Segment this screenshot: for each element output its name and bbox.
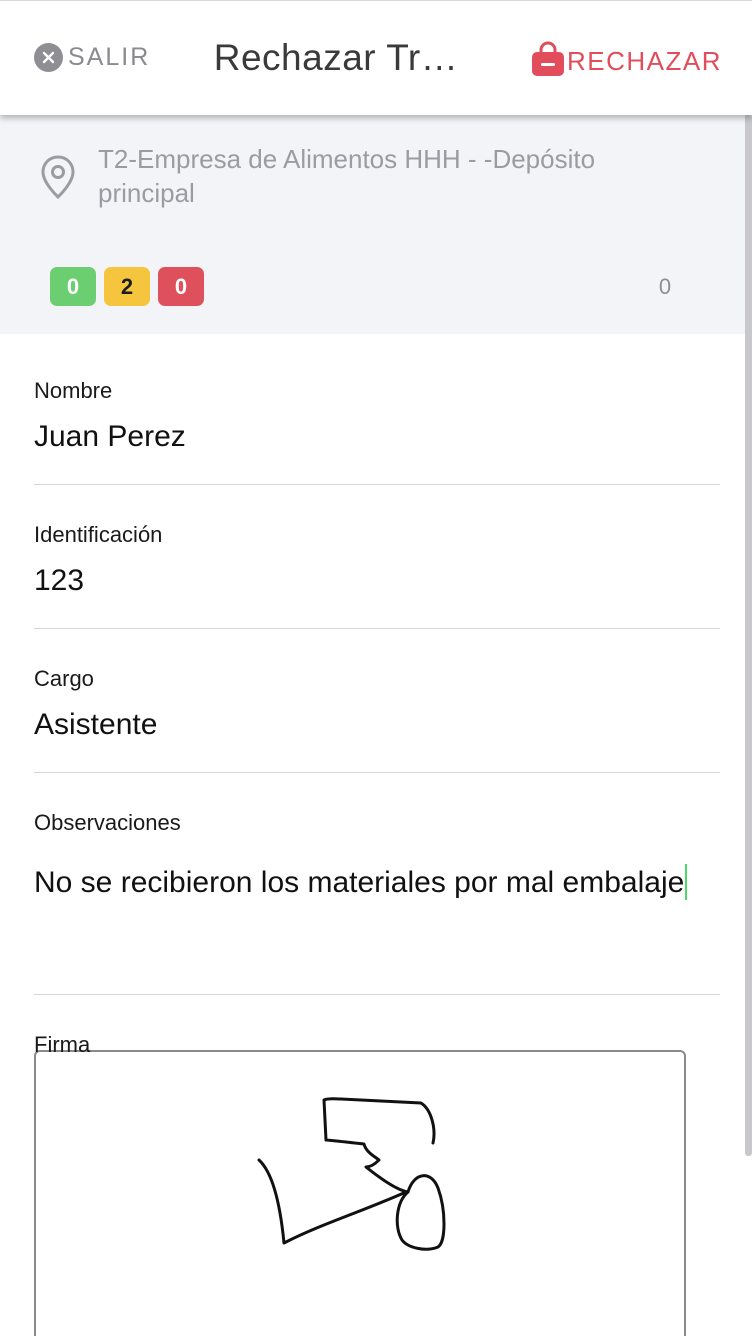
text-caret <box>685 864 688 900</box>
status-badges: 0 2 0 <box>50 267 204 306</box>
status-badge-yellow: 2 <box>104 267 150 306</box>
observations-field-label: Observaciones <box>34 810 181 835</box>
signature-drawing <box>257 1097 446 1251</box>
position-field-label: Cargo <box>34 666 94 691</box>
name-field[interactable]: Nombre Juan Perez <box>34 366 720 485</box>
reject-button[interactable]: RECHAZAR <box>531 41 722 82</box>
signature-label: Firma <box>34 1032 91 1057</box>
location-name: T2-Empresa de Alimentos HHH - -Depósito … <box>98 144 596 208</box>
position-field-value[interactable]: Asistente <box>34 708 157 742</box>
position-field[interactable]: Cargo Asistente <box>34 654 720 773</box>
identification-field[interactable]: Identificación 123 <box>34 510 720 629</box>
scrollbar[interactable] <box>745 114 752 1156</box>
status-badge-red: 0 <box>158 267 204 306</box>
observations-field[interactable]: Observaciones No se recibieron los mater… <box>34 798 720 995</box>
signature-pad[interactable] <box>34 1050 686 1336</box>
reject-screen: SALIR Rechazar Tr… RECHAZAR T2-Empresa d… <box>0 0 752 1336</box>
bag-remove-icon <box>531 41 565 82</box>
top-bar: SALIR Rechazar Tr… RECHAZAR <box>0 0 752 115</box>
observations-textarea[interactable]: No se recibieron los materiales por mal … <box>34 864 694 902</box>
observations-text: No se recibieron los materiales por mal … <box>34 866 685 899</box>
identification-field-label: Identificación <box>34 522 163 547</box>
location-pin-icon <box>38 154 78 205</box>
item-count: 0 <box>658 274 672 299</box>
reject-button-label: RECHAZAR <box>567 46 723 76</box>
name-field-value[interactable]: Juan Perez <box>34 420 186 454</box>
identification-field-value[interactable]: 123 <box>34 564 84 598</box>
location-summary: T2-Empresa de Alimentos HHH - -Depósito … <box>0 114 752 334</box>
name-field-label: Nombre <box>34 378 113 403</box>
status-badge-green: 0 <box>50 267 96 306</box>
